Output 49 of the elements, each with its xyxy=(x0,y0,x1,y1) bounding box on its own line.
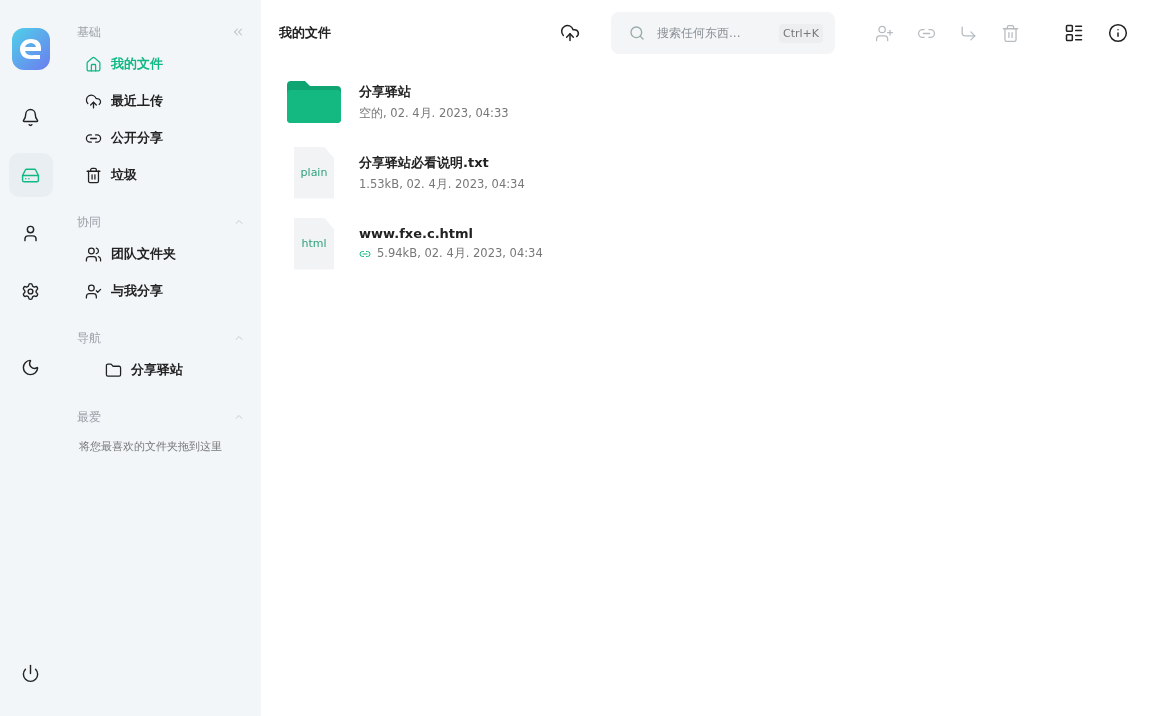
section-title: 最爱 xyxy=(77,408,102,426)
power-icon xyxy=(21,663,41,683)
section-title: 协同 xyxy=(77,213,102,231)
page-title: 我的文件 xyxy=(279,24,332,42)
file-name: www.fxe.c.html xyxy=(359,226,475,241)
file-name: 分享驿站必看说明.txt xyxy=(359,153,490,172)
search-field[interactable]: 搜索任何东西... xyxy=(655,25,769,41)
shortcut-hint: Ctrl+K xyxy=(779,23,823,43)
bell-icon xyxy=(21,107,41,127)
file-row[interactable]: 分享驿站 空的, 02. 4月. 2023, 04:33 xyxy=(261,66,1149,137)
section-title: 导航 xyxy=(77,329,102,347)
sidebar-item[interactable]: 公开分享 xyxy=(77,120,245,157)
drive-button[interactable] xyxy=(8,153,53,197)
user-plus-icon xyxy=(874,23,894,43)
moon-icon xyxy=(21,357,41,377)
search-icon xyxy=(629,25,645,41)
user-check-icon xyxy=(85,283,103,300)
home-icon xyxy=(85,56,103,73)
upload-button[interactable] xyxy=(559,22,581,44)
view-toggle-button[interactable] xyxy=(1063,22,1085,44)
folder-icon xyxy=(287,80,341,123)
file-meta: 1.53kB, 02. 4月. 2023, 04:34 xyxy=(359,176,525,192)
drive-icon xyxy=(21,165,41,185)
info-button[interactable] xyxy=(1107,22,1129,44)
sidebar-item[interactable]: 与我分享 xyxy=(77,273,245,310)
section-title: 基础 xyxy=(77,23,102,41)
file-thumbnail: plain xyxy=(294,146,334,199)
info-icon xyxy=(1108,23,1128,43)
users-icon xyxy=(85,246,103,263)
settings-icon xyxy=(21,281,41,301)
sidebar-item[interactable]: 垃圾 xyxy=(77,157,245,194)
drop-hint: 将您最喜欢的文件夹拖到这里 xyxy=(78,439,224,454)
file-meta: 空的, 02. 4月. 2023, 04:33 xyxy=(359,105,509,121)
logo-icon[interactable] xyxy=(11,28,50,70)
sidebar-item[interactable]: 团队文件夹 xyxy=(77,236,245,273)
file-meta: 5.94kB, 02. 4月. 2023, 04:34 xyxy=(377,246,543,261)
cloud-upload-icon xyxy=(560,23,580,43)
search-bar[interactable]: 搜索任何东西... Ctrl+K xyxy=(611,12,835,54)
sidebar-item[interactable]: 分享驿站 xyxy=(77,352,245,389)
file-thumbnail: html xyxy=(294,217,334,270)
sidebar-item[interactable]: 最近上传 xyxy=(77,83,245,120)
cloud-upload-icon xyxy=(85,93,103,110)
trash-icon xyxy=(85,167,103,184)
folder-icon xyxy=(105,362,123,379)
trash-icon xyxy=(1000,23,1020,43)
list-view-icon xyxy=(1064,23,1084,43)
file-row[interactable]: html www.fxe.c.html 5.94kB, 02. 4月. 2023, 04:34 xyxy=(261,208,1149,279)
file-name: 分享驿站 xyxy=(359,82,412,101)
file-row[interactable]: plain 分享驿站必看说明.txt 1.53kB, 02. 4月. 2023, 04:34 xyxy=(261,137,1149,208)
